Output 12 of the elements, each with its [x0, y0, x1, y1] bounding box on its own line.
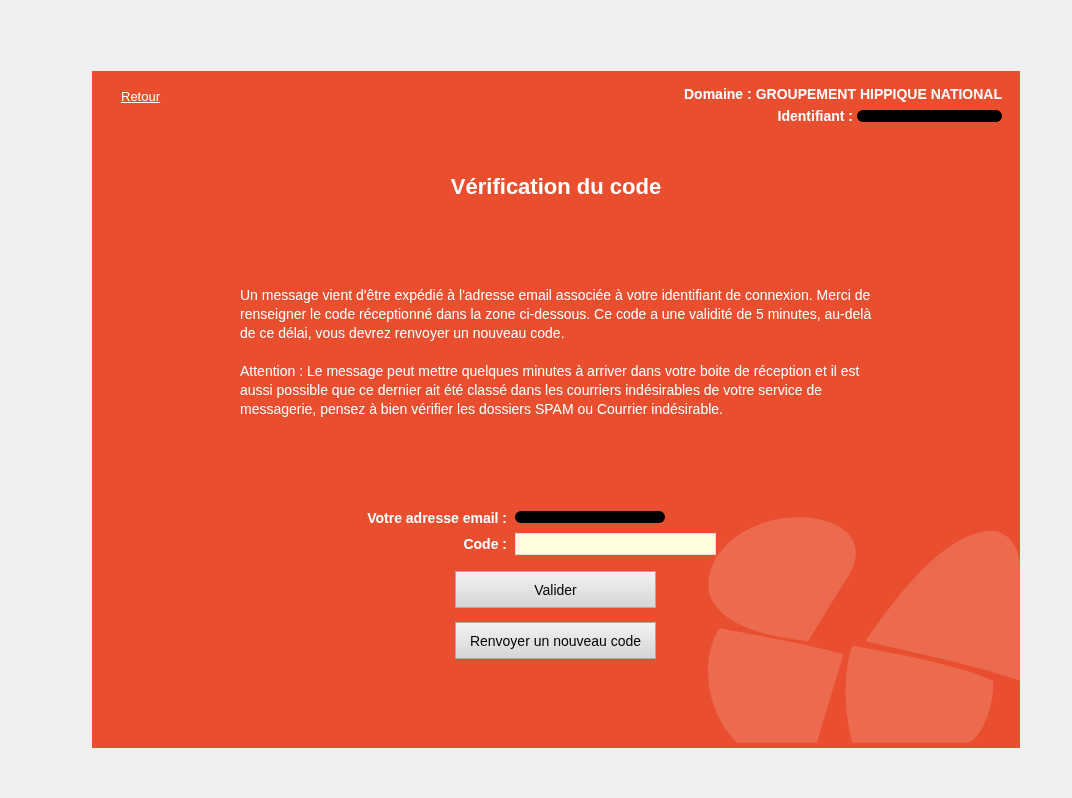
- domain-value: GROUPEMENT HIPPIQUE NATIONAL: [755, 86, 1002, 102]
- identifier-label: Identifiant :: [777, 108, 853, 124]
- email-label: Votre adresse email :: [366, 510, 507, 526]
- info-paragraph: Attention : Le message peut mettre quelques minutes à arriver dans votre boite de réception et il est aussi possible que ce dernier ait été classé dans les courriers indésirables de votre service de messagerie, pensez à bien vérifier les dossiers SPAM ou Courrier indésirable.: [240, 362, 861, 419]
- page-title: Vérification du code: [449, 174, 663, 200]
- code-label: Code :: [462, 536, 507, 552]
- resend-button[interactable]: Renvoyer un nouveau code: [455, 622, 656, 659]
- info-paragraph: Un message vient d'être expédié à l'adresse email associée à votre identifiant de connexion. Merci de renseigner le code réceptionné dans la zone ci-dessous. Ce code a une validité de 5 minutes, au-delà de ce délai, vous devrez renvoyer un nouveau code.: [240, 286, 873, 343]
- domain-label: Domaine :: [684, 86, 752, 102]
- code-field[interactable]: [515, 533, 716, 555]
- back-link[interactable]: Retour: [121, 89, 161, 124]
- validate-button[interactable]: Valider: [455, 571, 656, 608]
